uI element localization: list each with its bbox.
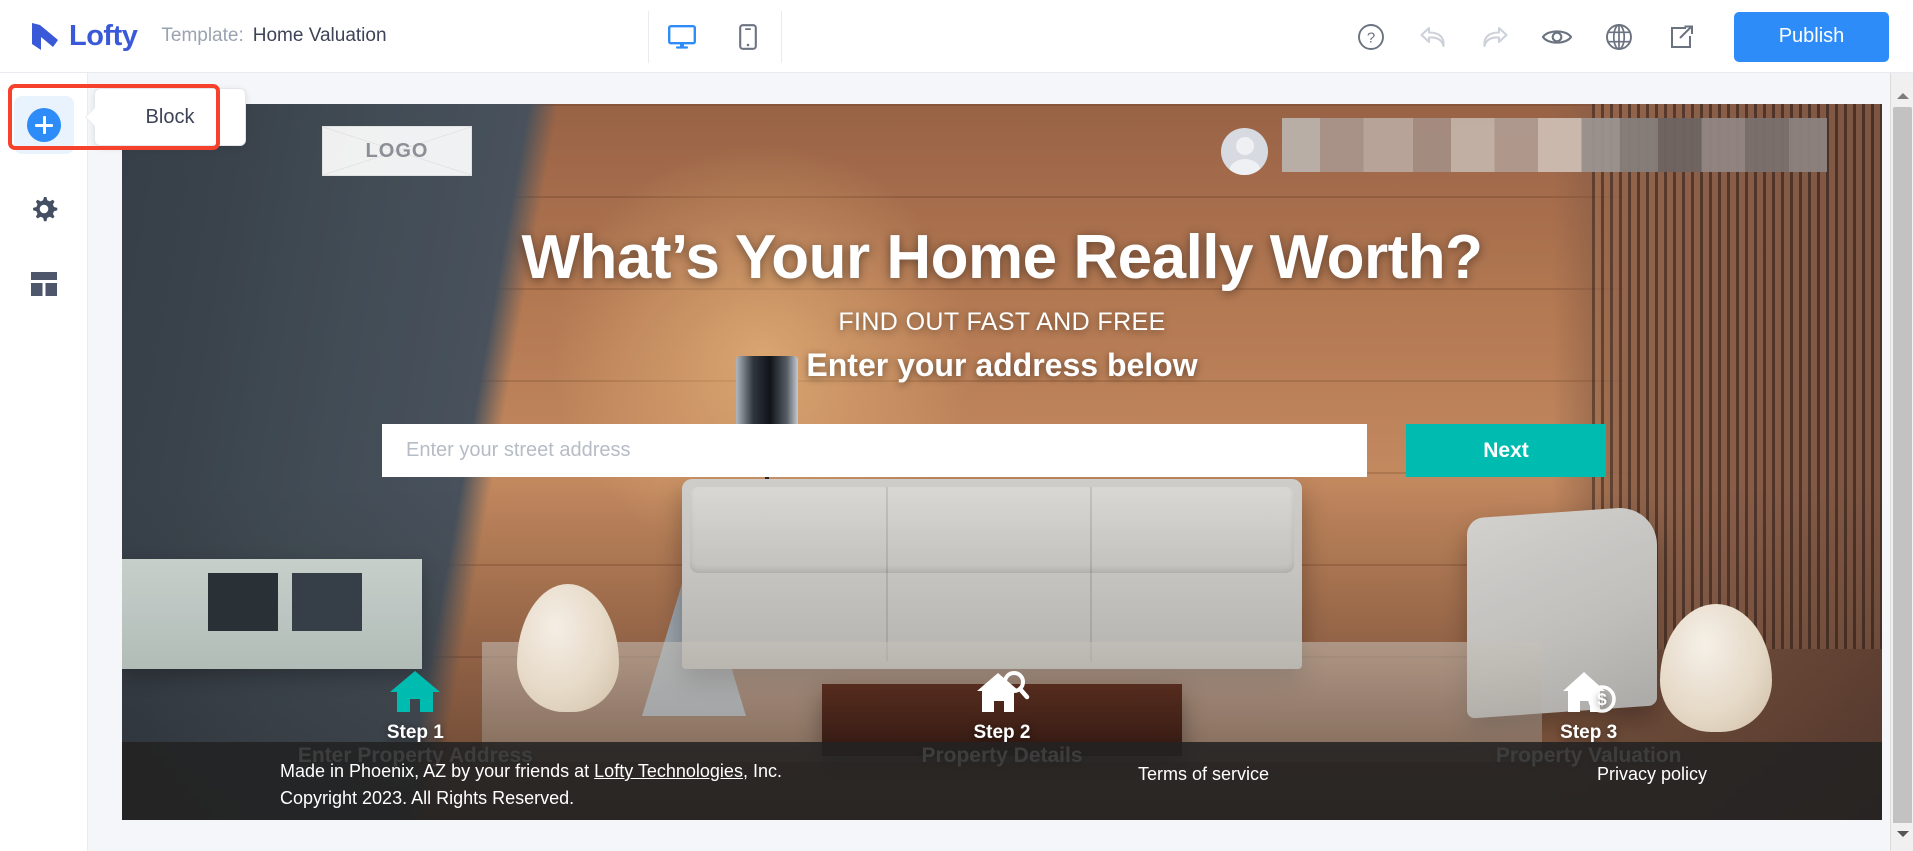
- step-number: Step 3: [1560, 722, 1618, 743]
- lofty-mark-icon: [32, 23, 58, 50]
- scroll-up-button[interactable]: [1891, 85, 1913, 107]
- footer-credit: Made in Phoenix, AZ by your friends at L…: [280, 758, 782, 812]
- footer-company-link[interactable]: Lofty Technologies: [594, 761, 743, 781]
- footer-copyright: Copyright 2023. All Rights Reserved.: [280, 788, 575, 808]
- top-toolbar: Lofty Template: Home Valuation ? Publish: [0, 0, 1913, 73]
- page-sub-subheading: Enter your address below: [806, 347, 1198, 383]
- gear-icon: [33, 197, 58, 222]
- avatar-body-icon: [1228, 159, 1261, 175]
- page-title: What’s Your Home Really Worth?: [521, 223, 1483, 292]
- redo-arrow-icon: [1483, 26, 1508, 47]
- footer-credit-suffix: , Inc.: [742, 761, 782, 781]
- brand-name: Lofty: [69, 19, 138, 52]
- canvas-scrollbar[interactable]: [1890, 73, 1913, 851]
- desktop-view-button[interactable]: [649, 0, 715, 73]
- avatar-head-icon: [1235, 137, 1254, 155]
- scroll-down-button[interactable]: [1891, 823, 1913, 845]
- page-footer: Made in Phoenix, AZ by your friends at L…: [122, 742, 1882, 820]
- home-search-icon: [709, 659, 1296, 717]
- preview-button[interactable]: [1526, 0, 1588, 73]
- monitor-icon: [668, 24, 696, 49]
- block-tooltip: Block: [84, 88, 246, 146]
- blurred-nav-region: [1282, 118, 1827, 172]
- mobile-view-button[interactable]: [715, 0, 781, 73]
- step-number: Step 1: [386, 722, 444, 743]
- address-form: Next: [382, 424, 1606, 477]
- globe-icon: [1606, 23, 1632, 50]
- footer-terms-link[interactable]: Terms of service: [1138, 764, 1269, 785]
- question-circle-icon: ?: [1358, 23, 1384, 50]
- tool-buttons: ? Publish: [1340, 0, 1889, 73]
- share-box-icon: [1671, 25, 1693, 48]
- address-input[interactable]: [382, 424, 1367, 477]
- layout-grid-icon: [31, 272, 57, 296]
- device-toggle-group: [648, 0, 782, 73]
- next-button[interactable]: Next: [1406, 424, 1606, 477]
- plus-circle-icon: [27, 108, 61, 142]
- sidebar-item-settings[interactable]: [14, 180, 74, 238]
- undo-arrow-icon: [1420, 26, 1445, 47]
- footer-privacy-link[interactable]: Privacy policy: [1597, 764, 1707, 785]
- eye-icon: [1541, 29, 1573, 44]
- home-icon: [122, 659, 709, 717]
- divider-right: [781, 10, 782, 63]
- help-button[interactable]: ?: [1340, 0, 1402, 73]
- undo-button[interactable]: [1402, 0, 1464, 73]
- brand-logo[interactable]: Lofty: [28, 19, 138, 53]
- svg-text:$: $: [1597, 690, 1607, 709]
- redo-button[interactable]: [1464, 0, 1526, 73]
- avatar[interactable]: [1221, 128, 1268, 175]
- page-subheading: FIND OUT FAST AND FREE: [838, 308, 1166, 336]
- site-logo-label: LOGO: [365, 139, 429, 162]
- page-preview: LOGO What’s Your Home Really Worth? FIND…: [122, 104, 1882, 820]
- footer-credit-prefix: Made in Phoenix, AZ by your friends at: [280, 761, 595, 781]
- sidebar-item-add-block[interactable]: [14, 96, 74, 154]
- mobile-icon: [739, 23, 757, 50]
- share-button[interactable]: [1650, 0, 1712, 73]
- site-logo-placeholder[interactable]: LOGO: [322, 126, 472, 176]
- publish-button[interactable]: Publish: [1734, 11, 1889, 62]
- scrollbar-thumb[interactable]: [1893, 107, 1912, 834]
- home-dollar-icon: $: [1295, 659, 1882, 717]
- editor-canvas: LOGO What’s Your Home Really Worth? FIND…: [89, 73, 1913, 851]
- template-label: Template:: [161, 25, 244, 46]
- chevron-up-icon: [1896, 93, 1909, 99]
- template-name: Home Valuation: [252, 25, 387, 46]
- step-number: Step 2: [973, 722, 1031, 743]
- language-button[interactable]: [1588, 0, 1650, 73]
- sidebar-item-layout[interactable]: [14, 255, 74, 313]
- left-sidebar: [0, 73, 88, 851]
- chevron-down-icon: [1896, 831, 1909, 837]
- svg-text:?: ?: [1367, 29, 1375, 46]
